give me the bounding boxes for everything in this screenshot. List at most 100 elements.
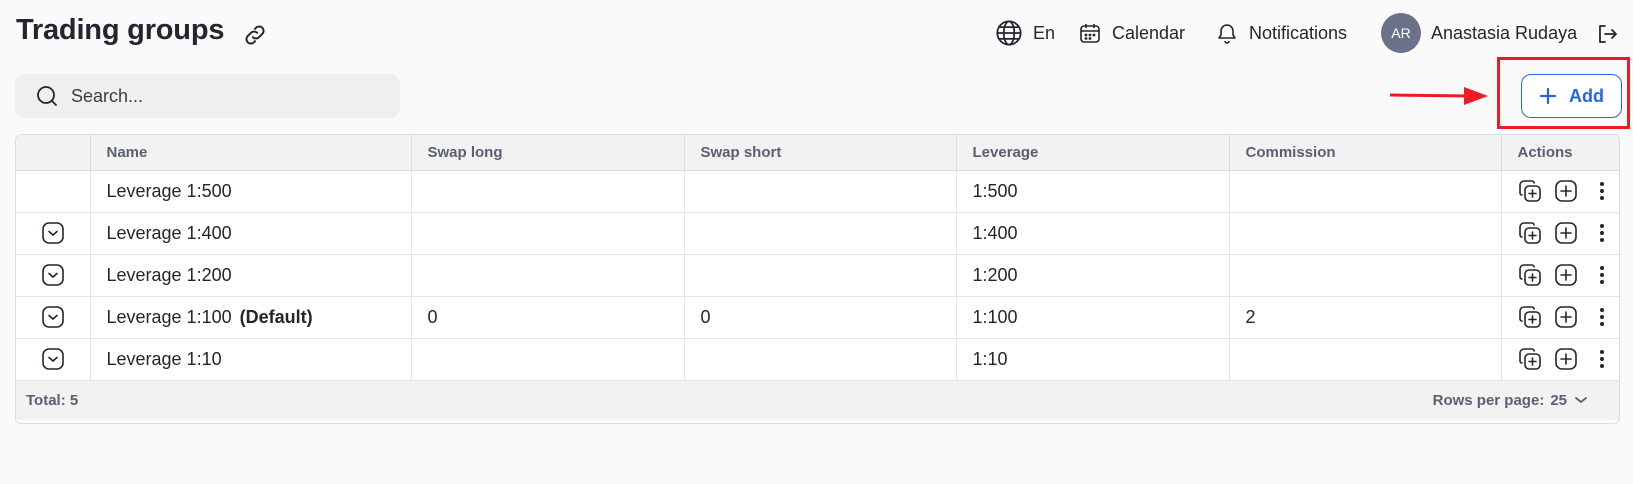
cell-leverage: 1:200 [956,254,1230,297]
expand-row-icon[interactable] [41,305,65,329]
table-row[interactable]: Leverage 1:200 1:200 [16,254,1619,297]
add-subgroup-icon[interactable] [1554,263,1578,287]
add-button-label: Add [1569,85,1604,106]
cell-leverage: 1:500 [956,170,1230,213]
search-input[interactable] [71,85,371,107]
bell-icon [1218,24,1236,44]
calendar-link[interactable]: Calendar [1078,18,1185,48]
expand-cell [16,212,91,255]
cell-name: Leverage 1:100 (Default) [90,296,412,339]
cell-swap-short [684,170,957,213]
expand-cell [16,296,91,339]
cell-swap-long [411,212,685,255]
cell-actions [1501,254,1619,297]
link-icon[interactable] [242,22,268,48]
trading-groups-table: Name Swap long Swap short Leverage Commi… [15,134,1620,424]
cell-actions [1501,170,1619,213]
group-name: Leverage 1:10 [106,348,222,369]
expand-cell [16,170,91,213]
rows-per-page-value: 25 [1550,391,1567,409]
table-row[interactable]: Leverage 1:400 1:400 [16,212,1619,255]
column-header-swap-long[interactable]: Swap long [411,135,685,171]
plus-icon [1539,87,1557,105]
logout-icon[interactable] [1595,22,1619,51]
globe-icon [996,20,1022,46]
rows-per-page-selector[interactable]: Rows per page: 25 [1433,392,1609,409]
expand-row-icon[interactable] [41,263,65,287]
annotation-arrow [1389,84,1490,113]
more-options-icon[interactable] [1590,221,1614,245]
add-subgroup-icon[interactable] [1554,221,1578,245]
total-count: Total: 5 [26,391,79,409]
column-header-swap-short[interactable]: Swap short [684,135,957,171]
cell-swap-long: 0 [411,296,685,339]
calendar-label: Calendar [1112,22,1186,43]
expand-cell [16,254,91,297]
page-title: Trading groups [16,14,225,46]
cell-name: Leverage 1:200 [90,254,412,297]
language-label: En [1033,22,1056,43]
cell-swap-long [411,338,685,381]
column-header-actions: Actions [1501,135,1619,171]
cell-leverage: 1:400 [956,212,1230,255]
column-header-name[interactable]: Name [90,135,412,171]
column-header-expand [16,135,91,171]
group-name: Leverage 1:500 [106,180,232,201]
column-header-leverage[interactable]: Leverage [956,135,1230,171]
table-row[interactable]: Leverage 1:10 1:10 [16,338,1619,381]
more-options-icon[interactable] [1590,179,1614,203]
cell-swap-short [684,254,957,297]
user-menu[interactable]: AR Anastasia Rudaya [1381,13,1577,53]
add-subgroup-icon[interactable] [1554,347,1578,371]
cell-leverage: 1:10 [956,338,1230,381]
language-selector[interactable]: En [995,18,1055,48]
add-subgroup-icon[interactable] [1554,305,1578,329]
duplicate-icon[interactable] [1518,221,1542,245]
expand-cell [16,338,91,381]
cell-name: Leverage 1:500 [90,170,412,213]
cell-leverage: 1:100 [956,296,1230,339]
rows-per-page-label: Rows per page: [1432,391,1545,409]
cell-swap-long [411,254,685,297]
table-row[interactable]: Leverage 1:500 1:500 [16,170,1619,213]
chevron-down-icon [1575,397,1587,404]
cell-commission [1229,170,1502,213]
cell-name: Leverage 1:10 [90,338,412,381]
cell-swap-short [684,212,957,255]
duplicate-icon[interactable] [1518,305,1542,329]
expand-row-icon[interactable] [41,347,65,371]
duplicate-icon[interactable] [1518,263,1542,287]
add-subgroup-icon[interactable] [1554,179,1578,203]
more-options-icon[interactable] [1590,263,1614,287]
cell-commission [1229,338,1502,381]
avatar: AR [1381,13,1421,53]
cell-commission [1229,212,1502,255]
duplicate-icon[interactable] [1518,347,1542,371]
group-name: Leverage 1:400 [106,222,232,243]
default-tag: (Default) [239,306,313,327]
group-name: Leverage 1:200 [106,264,232,285]
user-name: Anastasia Rudaya [1431,22,1578,43]
more-options-icon[interactable] [1590,347,1614,371]
search-bar[interactable] [15,74,400,118]
cell-swap-short [684,338,957,381]
cell-actions [1501,212,1619,255]
table-row[interactable]: Leverage 1:100 (Default) 0 0 1:100 2 [16,296,1619,339]
cell-commission: 2 [1229,296,1502,339]
search-icon [37,86,57,106]
add-button[interactable]: Add [1521,74,1622,118]
cell-commission [1229,254,1502,297]
cell-name: Leverage 1:400 [90,212,412,255]
duplicate-icon[interactable] [1518,179,1542,203]
notifications-link[interactable]: Notifications [1215,18,1347,48]
cell-swap-long [411,170,685,213]
cell-swap-short: 0 [684,296,957,339]
group-name: Leverage 1:100 [106,306,232,327]
cell-actions [1501,338,1619,381]
column-header-commission[interactable]: Commission [1229,135,1502,171]
calendar-icon [1080,24,1100,43]
more-options-icon[interactable] [1590,305,1614,329]
notifications-label: Notifications [1249,22,1348,43]
expand-row-icon[interactable] [41,221,65,245]
table-footer: Total: 5 Rows per page: 25 [16,380,1619,420]
